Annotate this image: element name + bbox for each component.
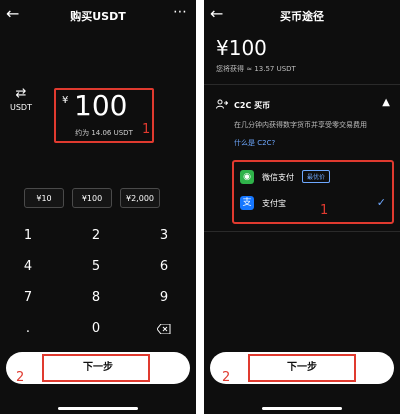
annotation-1: 1 xyxy=(320,203,329,218)
annotation-1: 1 xyxy=(142,122,151,137)
payment-option-alipay[interactable]: 支 支付宝 ✓ xyxy=(240,194,390,214)
top-bar: ← 购买USDT ⋯ xyxy=(0,0,196,30)
key-8[interactable]: 8 xyxy=(76,286,116,310)
home-indicator xyxy=(58,407,138,410)
home-indicator xyxy=(262,407,342,410)
alipay-icon: 支 xyxy=(240,196,254,210)
key-5[interactable]: 5 xyxy=(76,255,116,279)
check-icon: ✓ xyxy=(376,196,386,209)
alipay-label: 支付宝 xyxy=(262,199,286,208)
currency-swap-button[interactable]: ⇄ USDT xyxy=(8,86,34,112)
amount-value: 100 xyxy=(74,89,128,122)
key-9[interactable]: 9 xyxy=(144,286,184,310)
buy-usdt-screen: ← 购买USDT ⋯ ⇄ USDT ¥ 100 约为 14.06 USDT 1 … xyxy=(0,0,196,414)
buy-method-screen: ← 买币途径 ¥100 您将获得 ≈ 13.57 USDT C2C 买币 ▲ 在… xyxy=(204,0,400,414)
key-6[interactable]: 6 xyxy=(144,255,184,279)
best-price-badge: 最优价 xyxy=(302,170,331,183)
swap-icon: ⇄ xyxy=(15,86,27,101)
annotation-2: 2 xyxy=(222,370,231,385)
key-7[interactable]: 7 xyxy=(8,286,48,310)
backspace-icon[interactable] xyxy=(144,317,184,341)
preset-10[interactable]: ¥10 xyxy=(24,188,64,208)
top-bar: ← 买币途径 xyxy=(204,0,400,30)
approx-usdt: 约为 14.06 USDT xyxy=(75,129,133,137)
key-1[interactable]: 1 xyxy=(8,224,48,248)
key-4[interactable]: 4 xyxy=(8,255,48,279)
preset-100[interactable]: ¥100 xyxy=(72,188,112,208)
page-title: 买币途径 xyxy=(280,10,324,23)
annotation-frame-2 xyxy=(42,354,150,382)
divider xyxy=(204,231,400,232)
page-title: 购买USDT xyxy=(70,10,126,23)
annotation-frame-2 xyxy=(248,354,356,382)
c2c-title: C2C 买币 xyxy=(234,101,271,110)
payment-option-wechat[interactable]: ◉ 微信支付 最优价 xyxy=(240,168,390,188)
more-icon[interactable]: ⋯ xyxy=(173,4,188,20)
key-2[interactable]: 2 xyxy=(76,224,116,248)
currency-sign: ¥ xyxy=(62,95,69,106)
annotation-2: 2 xyxy=(16,370,25,385)
c2c-users-icon xyxy=(216,99,229,112)
key-3[interactable]: 3 xyxy=(144,224,184,248)
preset-2000[interactable]: ¥2,000 xyxy=(120,188,160,208)
preset-amounts: ¥10 ¥100 ¥2,000 xyxy=(24,188,186,208)
key-dot[interactable]: . xyxy=(8,317,48,341)
c2c-description: 在几分钟内获得数字货币并享受零交易费用 xyxy=(234,121,367,129)
wechat-pay-icon: ◉ xyxy=(240,170,254,184)
swap-label: USDT xyxy=(10,103,32,112)
amount-display[interactable]: ¥ 100 约为 14.06 USDT xyxy=(54,88,154,143)
divider xyxy=(204,84,400,85)
amount-display: ¥100 xyxy=(216,36,267,60)
what-is-c2c-link[interactable]: 什么是 C2C? xyxy=(234,138,275,148)
wechat-pay-label: 微信支付 xyxy=(262,173,294,182)
key-0[interactable]: 0 xyxy=(76,317,116,341)
receive-estimate: 您将获得 ≈ 13.57 USDT xyxy=(216,65,296,73)
chevron-up-icon[interactable]: ▲ xyxy=(382,97,390,108)
